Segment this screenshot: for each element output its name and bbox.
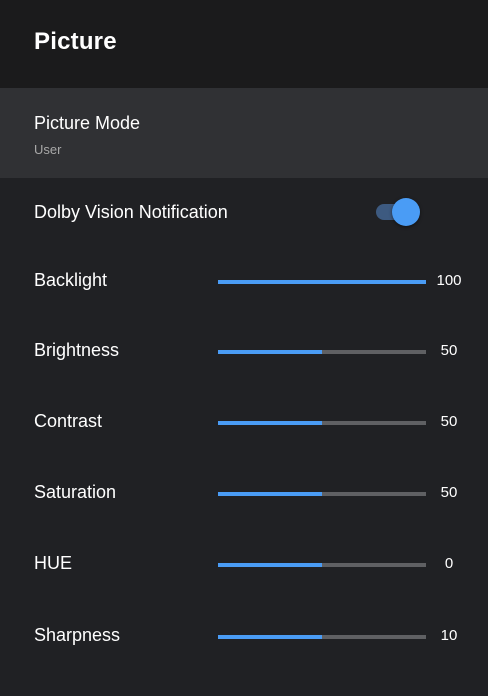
dolby-vision-notification-label: Dolby Vision Notification xyxy=(34,202,228,222)
backlight-value: 100 xyxy=(436,272,462,289)
sharpness-slider-track[interactable] xyxy=(218,635,426,639)
picture-mode-value: User xyxy=(34,142,62,157)
sharpness-slider-fill xyxy=(218,635,322,639)
saturation-value: 50 xyxy=(440,484,458,501)
dolby-vision-toggle-knob[interactable] xyxy=(392,198,420,226)
slider-row-sharpness[interactable]: Sharpness 10 xyxy=(0,602,488,672)
hue-value: 0 xyxy=(444,555,454,572)
brightness-slider-track[interactable] xyxy=(218,350,426,354)
slider-row-brightness[interactable]: Brightness 50 xyxy=(0,317,488,387)
brightness-slider-fill xyxy=(218,350,322,354)
brightness-label: Brightness xyxy=(34,340,120,360)
brightness-value: 50 xyxy=(440,342,458,359)
picture-mode-label: Picture Mode xyxy=(34,113,141,133)
sharpness-label: Sharpness xyxy=(34,625,121,645)
slider-row-saturation[interactable]: Saturation 50 xyxy=(0,459,488,529)
backlight-slider-track[interactable] xyxy=(218,280,426,284)
page-title: Picture xyxy=(34,28,117,55)
backlight-label: Backlight xyxy=(34,270,108,290)
slider-row-hue[interactable]: HUE 0 xyxy=(0,530,488,600)
slider-row-contrast[interactable]: Contrast 50 xyxy=(0,388,488,458)
saturation-slider-track[interactable] xyxy=(218,492,426,496)
contrast-slider-track[interactable] xyxy=(218,421,426,425)
hue-label: HUE xyxy=(34,553,73,573)
dolby-vision-notification-item[interactable]: Dolby Vision Notification xyxy=(0,178,488,244)
contrast-slider-fill xyxy=(218,421,322,425)
hue-slider-track[interactable] xyxy=(218,563,426,567)
picture-mode-item[interactable]: Picture Mode User xyxy=(0,88,488,178)
sharpness-value: 10 xyxy=(440,627,458,644)
slider-row-backlight[interactable]: Backlight 100 xyxy=(0,247,488,317)
saturation-slider-fill xyxy=(218,492,322,496)
contrast-label: Contrast xyxy=(34,411,103,431)
backlight-slider-fill xyxy=(218,280,426,284)
hue-slider-fill xyxy=(218,563,322,567)
contrast-value: 50 xyxy=(440,413,458,430)
saturation-label: Saturation xyxy=(34,482,117,502)
header: Picture xyxy=(0,0,488,88)
